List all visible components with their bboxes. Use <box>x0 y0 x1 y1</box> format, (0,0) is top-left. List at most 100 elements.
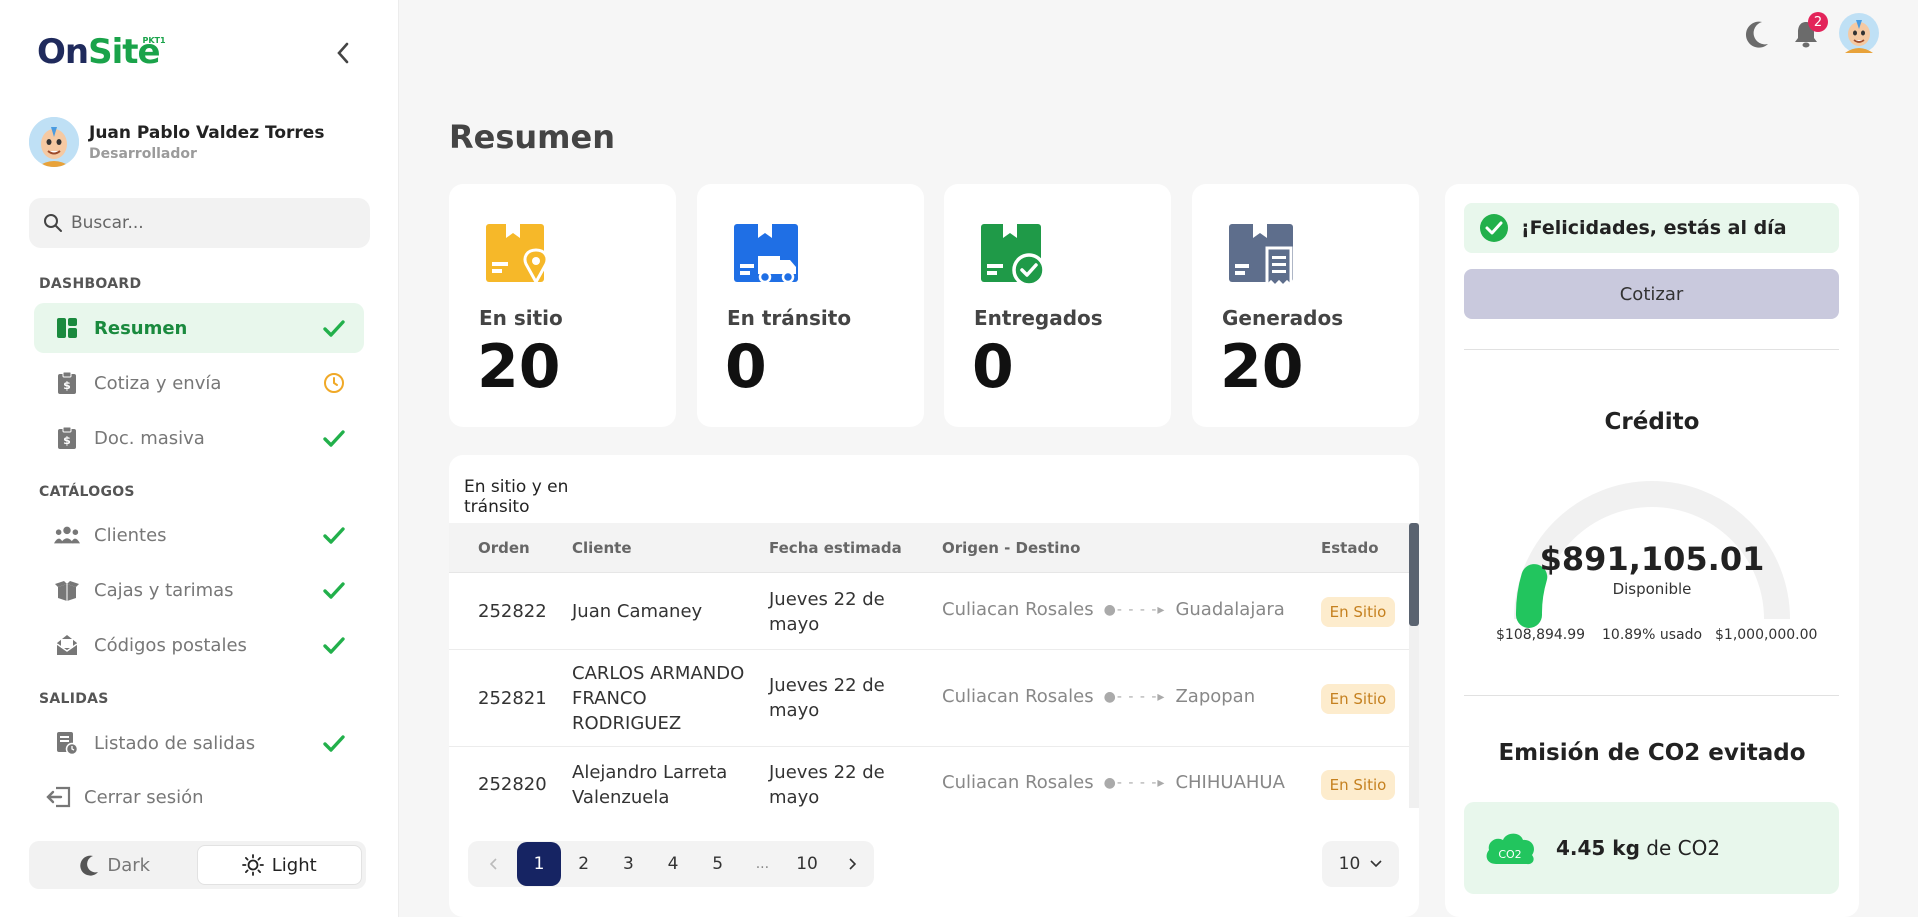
theme-light-button[interactable]: Light <box>196 845 362 885</box>
route-destination: Zapopan <box>1175 686 1256 707</box>
table-header: Orden Cliente Fecha estimada Origen - De… <box>449 523 1409 573</box>
svg-text:CO2: CO2 <box>1498 848 1521 861</box>
sidebar-item-codigos-postales[interactable]: Códigos postales <box>34 620 364 670</box>
sidebar-item-label: Listado de salidas <box>94 732 256 754</box>
check-icon <box>323 582 345 599</box>
cell-fecha: Jueves 22 de mayo <box>769 762 885 808</box>
cell-orden: 252821 <box>478 688 547 709</box>
route-arrow-icon: ●- - - -▸ <box>1103 601 1166 618</box>
table-scrollbar[interactable] <box>1409 523 1419 808</box>
column-header-orden[interactable]: Orden <box>478 539 530 557</box>
search-box <box>29 198 370 248</box>
dark-mode-toggle[interactable] <box>1744 19 1770 53</box>
next-page-button[interactable] <box>829 842 874 886</box>
theme-light-label: Light <box>271 854 317 876</box>
page-size-value: 10 <box>1338 854 1361 874</box>
sidebar-item-label: Códigos postales <box>94 634 247 656</box>
credit-used-percent: 10.89% usado <box>1602 627 1703 643</box>
sidebar-item-cotiza-y-envia[interactable]: $ Cotiza y envía <box>34 358 364 408</box>
route-origin: Culiacan Rosales <box>942 599 1094 620</box>
box-truck-icon <box>734 224 798 284</box>
page-button-3[interactable]: 3 <box>606 842 651 886</box>
cell-cliente: Alejandro Larreta Valenzuela <box>572 762 728 808</box>
stat-card-en-transito[interactable]: En tránsito 0 <box>697 184 924 427</box>
box-open-icon <box>54 577 80 603</box>
sidebar-item-doc-masiva[interactable]: $ Doc. masiva <box>34 413 364 463</box>
page-button-2[interactable]: 2 <box>561 842 606 886</box>
scrollbar-thumb[interactable] <box>1409 523 1419 626</box>
collapse-sidebar-button[interactable] <box>332 40 354 66</box>
sidebar: OnSite PKT1 Juan Pablo Valdez Torres Des… <box>0 0 399 917</box>
stat-label: Generados <box>1222 306 1344 330</box>
search-icon <box>44 214 62 232</box>
check-icon <box>323 735 345 752</box>
stat-label: Entregados <box>974 306 1103 330</box>
stat-value: 20 <box>1220 332 1304 402</box>
stat-value: 20 <box>477 332 561 402</box>
stat-value: 0 <box>725 332 767 402</box>
sidebar-item-resumen[interactable]: Resumen <box>34 303 364 353</box>
co2-suffix: de CO2 <box>1639 836 1721 860</box>
theme-switch: Dark Light <box>29 841 366 889</box>
page-size-select[interactable]: 10 <box>1322 841 1399 887</box>
co2-summary: CO2 4.45 kg de CO2 <box>1464 802 1839 894</box>
svg-text:$: $ <box>63 379 71 392</box>
check-circle-icon <box>1480 214 1508 242</box>
user-profile[interactable]: Juan Pablo Valdez Torres Desarrollador <box>29 117 324 167</box>
cell-orden: 252822 <box>478 601 547 622</box>
theme-dark-button[interactable]: Dark <box>33 845 197 885</box>
chevron-right-icon <box>849 858 856 870</box>
stat-card-generados[interactable]: Generados 20 <box>1192 184 1419 427</box>
table-row[interactable]: 252821 CARLOS ARMANDO FRANCO RODRIGUEZ J… <box>449 651 1409 747</box>
stat-card-en-sitio[interactable]: En sitio 20 <box>449 184 676 427</box>
sidebar-item-label: Clientes <box>94 524 167 546</box>
search-input[interactable] <box>71 213 351 233</box>
page-button-4[interactable]: 4 <box>651 842 696 886</box>
page-button-5[interactable]: 5 <box>695 842 740 886</box>
users-icon <box>54 522 80 548</box>
clipboard-dollar-icon: $ <box>54 370 80 396</box>
cell-fecha: Jueves 22 de mayo <box>769 675 885 721</box>
clock-icon <box>324 373 344 393</box>
chevron-left-icon <box>337 42 349 64</box>
stat-label: En sitio <box>479 306 563 330</box>
status-badge: En Sitio <box>1321 770 1395 800</box>
svg-text:$: $ <box>63 434 71 447</box>
page-button-10[interactable]: 10 <box>785 842 830 886</box>
table-row[interactable]: 252820 Alejandro Larreta Valenzuela Juev… <box>449 748 1409 822</box>
status-badge: En Sitio <box>1321 597 1395 627</box>
shipments-table-card: En sitio y en tránsito Orden Cliente Fec… <box>449 455 1419 917</box>
column-header-fecha[interactable]: Fecha estimada <box>769 539 902 557</box>
sidebar-item-label: Doc. masiva <box>94 427 205 449</box>
onsite-logo[interactable]: OnSite PKT1 <box>37 32 166 72</box>
route-arrow-icon: ●- - - -▸ <box>1103 688 1166 705</box>
box-check-icon <box>981 224 1046 287</box>
stat-value: 0 <box>972 332 1014 402</box>
cell-route: Culiacan Rosales ●- - - -▸ Guadalajara <box>942 599 1285 620</box>
prev-page-button[interactable] <box>472 842 517 886</box>
check-icon <box>323 527 345 544</box>
sidebar-item-cajas-y-tarimas[interactable]: Cajas y tarimas <box>34 565 364 615</box>
theme-dark-label: Dark <box>107 854 151 876</box>
section-label-catalogos: CATÁLOGOS <box>39 484 135 500</box>
cotizar-button[interactable]: Cotizar <box>1464 269 1839 319</box>
column-header-estado[interactable]: Estado <box>1321 539 1379 557</box>
column-header-cliente[interactable]: Cliente <box>572 539 632 557</box>
table-row[interactable]: 252822 Juan Camaney Jueves 22 de mayo Cu… <box>449 574 1409 650</box>
credit-title: Crédito <box>1604 409 1700 435</box>
cell-orden: 252820 <box>478 774 547 795</box>
column-header-origen-destino[interactable]: Origen - Destino <box>942 539 1080 557</box>
topbar-avatar[interactable] <box>1839 13 1879 57</box>
co2-cloud-icon: CO2 <box>1486 833 1534 865</box>
section-label-dashboard: DASHBOARD <box>39 276 142 292</box>
sidebar-item-listado-de-salidas[interactable]: Listado de salidas <box>34 718 364 768</box>
logout-button[interactable]: Cerrar sesión <box>46 786 204 808</box>
cell-cliente: Juan Camaney <box>572 601 703 622</box>
sidebar-item-clientes[interactable]: Clientes <box>34 510 364 560</box>
credit-available-label: Disponible <box>1612 580 1692 598</box>
stat-card-entregados[interactable]: Entregados 0 <box>944 184 1171 427</box>
route-origin: Culiacan Rosales <box>942 772 1094 793</box>
stat-label: En tránsito <box>727 306 852 330</box>
box-receipt-icon <box>1229 224 1293 290</box>
page-button-1[interactable]: 1 <box>516 842 562 886</box>
